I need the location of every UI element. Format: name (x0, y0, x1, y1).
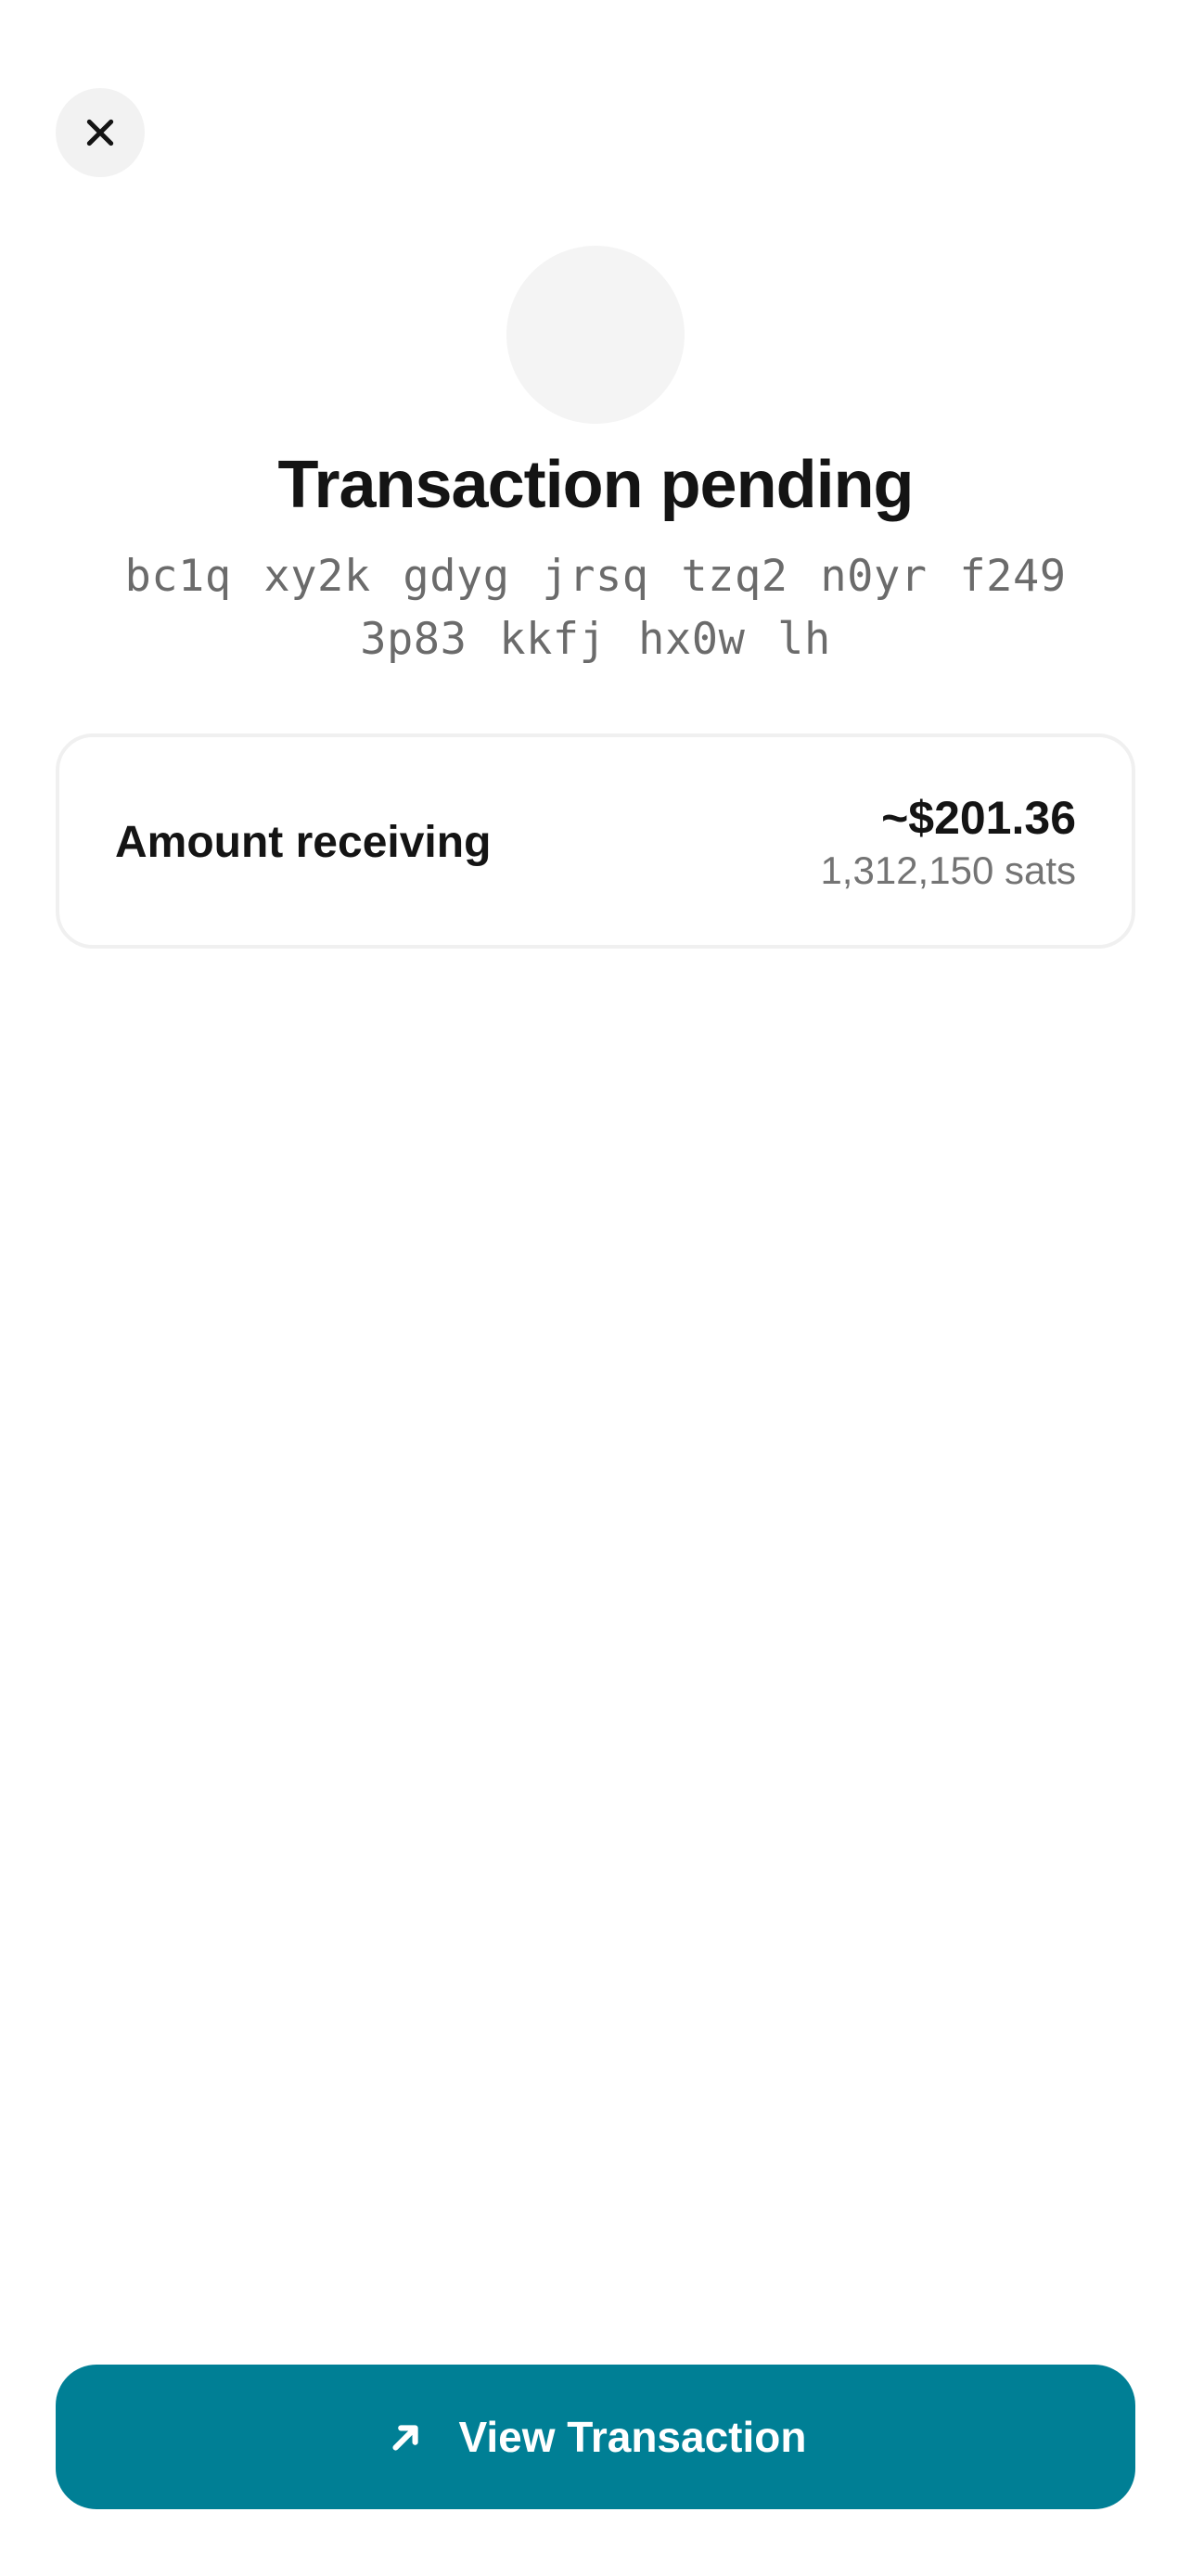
view-transaction-label: View Transaction (458, 2413, 807, 2461)
page-title: Transaction pending (277, 448, 914, 522)
amount-card: Amount receiving ~$201.36 1,312,150 sats (56, 733, 1135, 949)
amount-usd: ~$201.36 (881, 792, 1076, 844)
arrow-up-right-icon (391, 2425, 418, 2451)
bitcoin-address: bc1q xy2k gdyg jrsq tzq2 n0yr f249 3p83 … (124, 551, 1067, 665)
close-icon (86, 119, 114, 147)
amount-value: ~$201.36 1,312,150 sats (820, 791, 1076, 897)
amount-label: Amount receiving (115, 818, 492, 867)
close-button[interactable] (56, 88, 145, 177)
view-transaction-button[interactable]: View Transaction (56, 2365, 1135, 2509)
transaction-avatar (506, 246, 685, 424)
amount-sats: 1,312,150 sats (820, 848, 1076, 892)
